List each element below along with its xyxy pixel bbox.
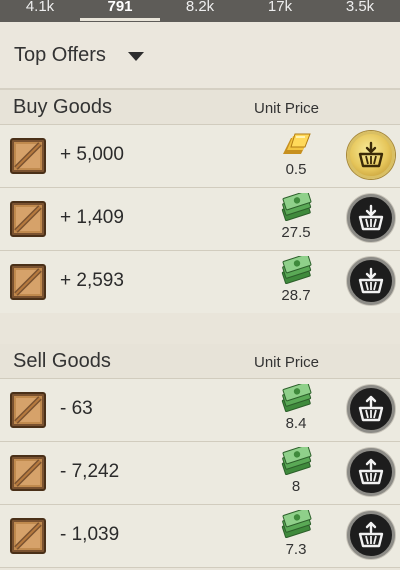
basket-up-icon <box>358 458 384 485</box>
offer-quantity: + 2,593 <box>60 270 124 291</box>
basket-down-icon <box>358 141 384 168</box>
cash-stack-icon <box>279 507 313 539</box>
sell-offer-row: - 1,039 7.3 <box>0 504 400 568</box>
sell-offer-row: - 63 8.4 <box>0 378 400 441</box>
cash-stack-icon <box>279 253 313 285</box>
offer-quantity: - 63 <box>60 398 93 419</box>
tab-3[interactable]: 8.2k <box>165 0 235 22</box>
buy-goods-title: Buy Goods <box>13 96 112 118</box>
goods-crate-icon <box>10 455 46 491</box>
unit-price: 28.7 <box>281 287 311 304</box>
offer-quantity: - 1,039 <box>60 524 120 545</box>
sell-button[interactable] <box>347 385 395 433</box>
caret-down-icon <box>128 52 144 61</box>
sell-goods-header: Sell Goods Unit Price <box>0 344 400 378</box>
cash-stack-icon <box>279 190 313 222</box>
active-tab-indicator <box>80 18 160 21</box>
buy-button[interactable] <box>347 194 395 242</box>
cash-stack-icon <box>279 444 313 476</box>
cash-stack-icon <box>279 381 313 413</box>
resource-tab-bar: 4.1k 791 8.2k 17k 3.5k <box>0 0 400 22</box>
buy-offer-row: + 1,409 27.5 <box>0 187 400 250</box>
unit-price-label: Unit Price <box>254 354 320 371</box>
offer-quantity: + 5,000 <box>60 144 124 165</box>
tab-5[interactable]: 3.5k <box>325 0 395 22</box>
tab-1[interactable]: 4.1k <box>5 0 75 22</box>
buy-button[interactable] <box>347 131 395 179</box>
goods-crate-icon <box>10 264 46 300</box>
gold-bar-icon <box>279 130 313 158</box>
goods-crate-icon <box>10 138 46 174</box>
goods-crate-icon <box>10 518 46 554</box>
sell-button[interactable] <box>347 448 395 496</box>
sell-button[interactable] <box>347 511 395 559</box>
top-offers-dropdown[interactable]: Top Offers <box>0 22 400 90</box>
basket-down-icon <box>358 267 384 294</box>
basket-up-icon <box>358 521 384 548</box>
goods-crate-icon <box>10 201 46 237</box>
sell-goods-title: Sell Goods <box>13 350 111 372</box>
goods-crate-icon <box>10 392 46 428</box>
sell-offer-row: - 7,242 8 <box>0 441 400 504</box>
buy-offer-row: + 5,000 0.5 <box>0 124 400 187</box>
top-offers-label: Top Offers <box>14 44 106 66</box>
unit-price-label: Unit Price <box>254 100 320 117</box>
offer-quantity: - 7,242 <box>60 461 120 482</box>
buy-offer-row: + 2,593 28.7 <box>0 250 400 314</box>
basket-up-icon <box>358 395 384 422</box>
buy-button[interactable] <box>347 257 395 305</box>
buy-goods-header: Buy Goods Unit Price <box>0 90 400 124</box>
section-gap <box>0 313 400 344</box>
unit-price: 0.5 <box>285 161 307 178</box>
unit-price: 27.5 <box>281 224 311 241</box>
unit-price: 8 <box>291 478 301 495</box>
unit-price: 7.3 <box>285 541 307 558</box>
basket-down-icon <box>358 204 384 231</box>
tab-4[interactable]: 17k <box>245 0 315 22</box>
offer-quantity: + 1,409 <box>60 207 124 228</box>
unit-price: 8.4 <box>285 415 307 432</box>
